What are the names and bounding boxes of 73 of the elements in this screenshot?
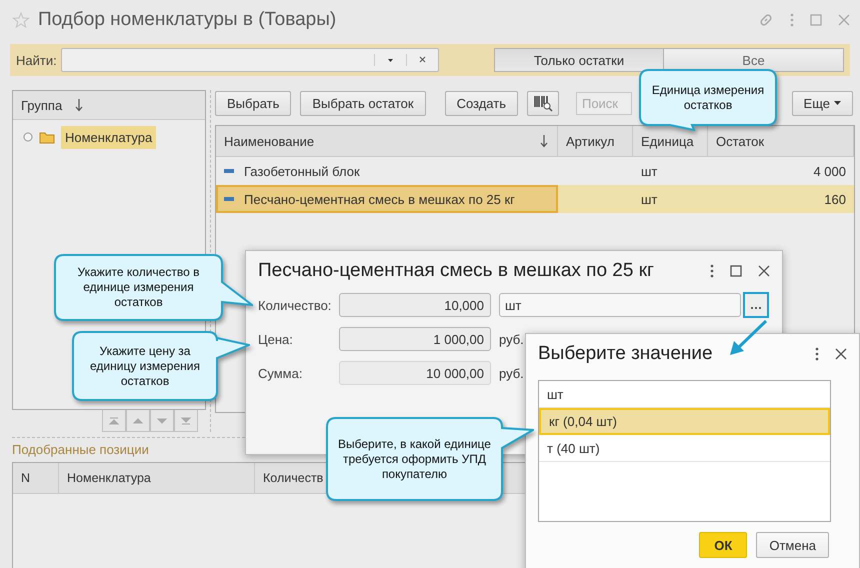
sum-field: 10 000,00 — [339, 361, 491, 385]
tree-item[interactable]: Номенклатура — [61, 126, 156, 148]
maximize-icon — [730, 265, 742, 277]
move-first-button[interactable] — [102, 410, 126, 432]
caret-icon — [834, 101, 841, 105]
currency-label: руб. — [499, 332, 524, 346]
star-icon — [12, 11, 30, 29]
first-icon — [108, 414, 120, 426]
hint-tooltip: Выберите, в какой единице требуется оформить УПД покупателю — [326, 417, 534, 501]
more-icon — [750, 306, 762, 310]
currency-label: руб. — [499, 366, 524, 380]
find-field[interactable] — [60, 48, 439, 72]
link-icon — [758, 12, 774, 28]
number-field[interactable]: 10,000 — [339, 293, 491, 317]
move-up-button[interactable] — [126, 410, 150, 432]
list-item[interactable]: кг (0,04 шт) — [539, 408, 830, 435]
section-title: Подобранные позиции — [12, 442, 149, 457]
close-icon — [758, 265, 770, 277]
toolbar-button[interactable]: Выбрать остаток — [300, 90, 426, 116]
close-icon — [835, 348, 847, 360]
cancel-button[interactable]: Отмена — [756, 532, 829, 558]
filter-button[interactable]: Только остатки — [494, 48, 664, 72]
more-icon — [710, 264, 714, 278]
table-cell[interactable]: 4 000 — [708, 157, 854, 185]
column-header[interactable]: Наименование — [224, 134, 314, 148]
column-header[interactable]: Артикул — [566, 134, 614, 148]
field-label: Сумма: — [258, 366, 304, 380]
more-button[interactable]: Еще — [792, 90, 853, 116]
barcode-search-icon — [532, 94, 553, 112]
column-header[interactable]: Остаток — [716, 134, 764, 148]
find-label: Найти: — [16, 52, 57, 68]
dialog-title: Выберите значение — [538, 343, 714, 365]
item-icon — [224, 169, 234, 173]
table-cell[interactable] — [558, 185, 633, 213]
choose-button[interactable] — [743, 292, 769, 318]
maximize-icon — [810, 14, 822, 26]
filter-button[interactable]: Все — [664, 48, 844, 72]
search-field[interactable]: Поиск — [576, 92, 632, 114]
toolbar-button[interactable]: Создать — [444, 90, 518, 116]
field-label: Цена: — [258, 332, 294, 346]
item-icon — [224, 197, 234, 201]
sort-arrow-icon — [539, 134, 549, 148]
arrow — [730, 320, 768, 355]
barcode-search-button[interactable] — [526, 90, 559, 116]
number-field[interactable]: 1 000,00 — [339, 327, 491, 351]
table-cell[interactable]: Песчано-цементная смесь в мешках по 25 кг — [216, 185, 558, 213]
move-down-button[interactable] — [150, 410, 174, 432]
folder-icon — [39, 130, 55, 144]
column-header[interactable]: Единица — [641, 134, 694, 148]
column-header[interactable]: Группа — [21, 98, 62, 112]
table-cell[interactable]: шт — [633, 157, 708, 185]
sort-arrow-icon — [74, 98, 84, 112]
table-cell[interactable]: 160 — [708, 185, 854, 213]
hint-tooltip: Единица измерения остатков — [639, 69, 777, 131]
toolbar-button[interactable]: Выбрать — [215, 90, 292, 116]
unit-field[interactable]: шт — [499, 293, 741, 317]
close-icon — [838, 14, 850, 26]
table-cell[interactable]: шт — [633, 185, 708, 213]
hint-tooltip: Укажите цену за единицу измерения остатков — [72, 331, 250, 401]
window-title: Подбор номенклатуры в (Товары) — [38, 9, 338, 31]
field-label: Количество: — [258, 298, 332, 312]
ok-button[interactable]: ОК — [699, 532, 748, 558]
column-header[interactable]: Номенклатура — [67, 471, 151, 485]
more-icon — [815, 347, 819, 361]
dialog-title: Песчано-цементная смесь в мешках по 25 кг — [258, 260, 655, 282]
list-item[interactable]: т (40 шт) — [539, 435, 830, 462]
move-last-button[interactable] — [174, 410, 198, 432]
column-header[interactable]: Количеств — [263, 471, 324, 485]
radio-icon — [23, 132, 33, 142]
more-icon — [790, 13, 794, 27]
last-icon — [180, 414, 192, 426]
column-header[interactable]: N — [21, 471, 30, 485]
table-cell[interactable]: Газобетонный блок — [216, 157, 558, 185]
